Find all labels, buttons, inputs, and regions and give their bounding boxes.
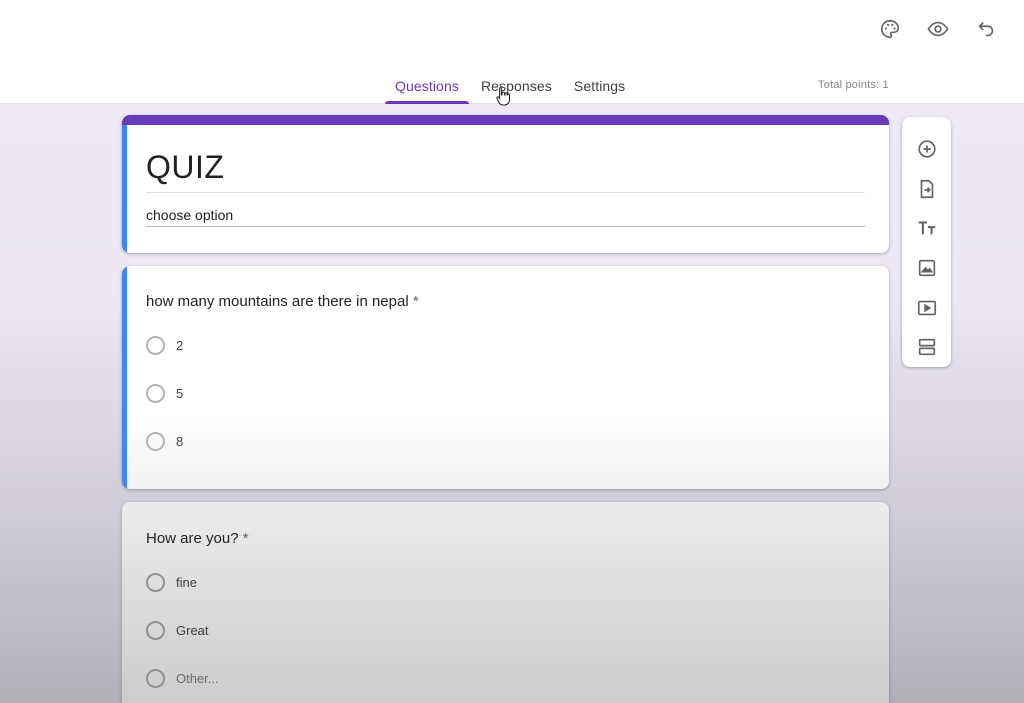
option-label: fine <box>176 574 197 590</box>
preview-button[interactable] <box>914 16 962 42</box>
hand-cursor-icon <box>496 87 510 106</box>
editor-tabs: Questions Responses Settings <box>384 74 636 104</box>
option-label: Great <box>176 622 209 638</box>
option-row[interactable]: fine <box>146 572 197 592</box>
option-label: 5 <box>176 385 184 401</box>
question-card[interactable]: how many mountains are there in nepal * … <box>122 266 889 489</box>
question-text: How are you? <box>146 530 239 547</box>
question-card[interactable]: How are you? * fine Great Other... <box>122 502 889 703</box>
tab-questions[interactable]: Questions <box>384 74 470 104</box>
option-label: 8 <box>176 433 184 449</box>
add-title-icon <box>918 221 935 235</box>
tab-responses[interactable]: Responses <box>470 74 563 104</box>
form-title-card[interactable]: QUIZ choose option <box>122 115 889 253</box>
add-section-button[interactable] <box>907 327 947 367</box>
radio-button[interactable] <box>146 383 165 403</box>
form-title[interactable]: QUIZ <box>146 149 224 186</box>
option-label: 2 <box>176 337 184 353</box>
title-card-accent-bar <box>122 115 889 125</box>
floating-toolbar <box>902 117 951 367</box>
customize-theme-button[interactable] <box>866 16 914 42</box>
total-points-label: Total points: 1 <box>818 79 889 91</box>
option-row[interactable]: Great <box>146 620 209 640</box>
palette-icon <box>881 19 900 39</box>
add-image-icon <box>918 259 935 277</box>
import-questions-button[interactable] <box>907 169 947 209</box>
radio-button[interactable] <box>146 431 165 451</box>
option-row[interactable]: 2 <box>146 335 183 355</box>
required-asterisk: * <box>242 530 249 547</box>
add-title-button[interactable] <box>907 208 947 248</box>
add-video-icon <box>917 300 936 315</box>
header-actions <box>866 16 1010 42</box>
option-row[interactable]: 5 <box>146 383 183 403</box>
add-question-icon <box>917 140 936 158</box>
question-title[interactable]: How are you? * <box>146 530 249 547</box>
active-card-indicator <box>122 266 127 489</box>
title-divider <box>146 192 865 193</box>
active-card-indicator <box>122 125 127 253</box>
eye-icon <box>927 21 949 37</box>
form-editor-header: Questions Responses Settings Total point… <box>0 0 1024 104</box>
radio-button[interactable] <box>146 620 165 640</box>
option-row[interactable]: 8 <box>146 431 183 451</box>
add-other-option-row[interactable]: Other... <box>146 668 219 688</box>
add-video-button[interactable] <box>907 288 947 328</box>
radio-button[interactable] <box>146 335 165 355</box>
question-title[interactable]: how many mountains are there in nepal * <box>146 293 419 310</box>
undo-icon <box>978 21 994 37</box>
add-image-button[interactable] <box>907 248 947 288</box>
tab-settings[interactable]: Settings <box>563 74 636 104</box>
question-text: how many mountains are there in nepal <box>146 293 409 310</box>
undo-button[interactable] <box>962 16 1010 42</box>
add-section-icon <box>918 339 935 356</box>
required-asterisk: * <box>412 293 419 310</box>
option-label: Other... <box>176 670 219 686</box>
import-questions-icon <box>920 179 933 198</box>
add-question-button[interactable] <box>907 129 947 169</box>
radio-button[interactable] <box>146 668 165 688</box>
description-underline <box>146 226 865 227</box>
form-description[interactable]: choose option <box>146 207 233 223</box>
radio-button[interactable] <box>146 572 165 592</box>
